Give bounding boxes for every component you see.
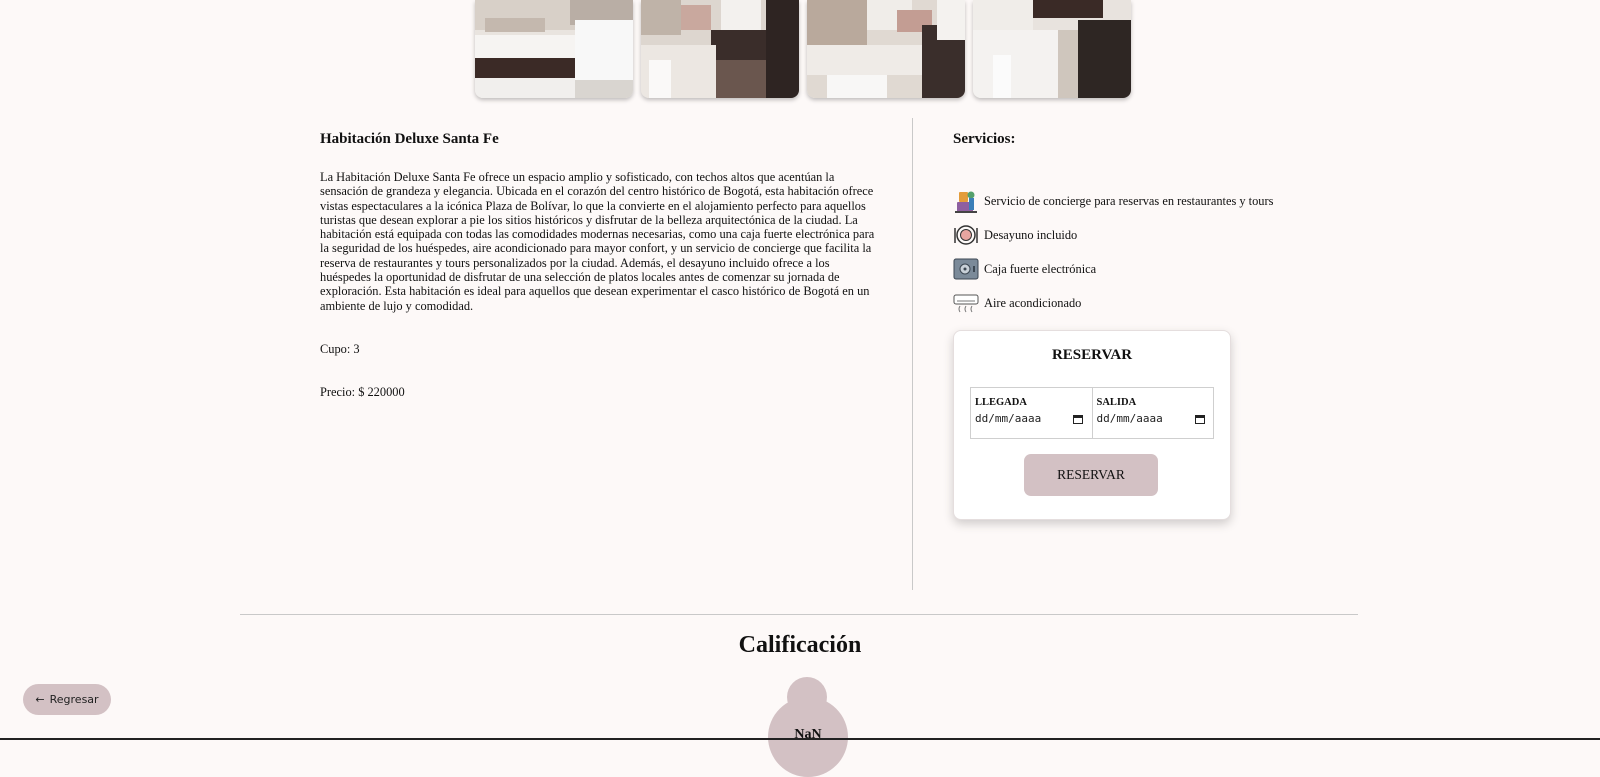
- rating-title: Calificación: [738, 632, 862, 658]
- departure-date-placeholder: dd/mm/aaaa: [1096, 412, 1163, 425]
- booking-card: RESERVAR LLEGADA dd/mm/aaaa SALIDA dd/mm…: [953, 330, 1231, 520]
- back-button-label: Regresar: [49, 693, 99, 706]
- room-price: Precio: $ 220000: [320, 385, 405, 399]
- arrival-date-input[interactable]: dd/mm/aaaa: [975, 412, 1083, 425]
- room-photo[interactable]: [641, 0, 799, 98]
- room-corner-photo-image: [973, 0, 1131, 98]
- service-label: Aire acondicionado: [984, 295, 1082, 310]
- reserve-button[interactable]: RESERVAR: [1024, 454, 1158, 496]
- services-list: Servicio de concierge para reservas en r…: [953, 184, 1333, 320]
- room-gallery: [475, 0, 1131, 98]
- booking-title: RESERVAR: [1051, 347, 1133, 363]
- service-label: Servicio de concierge para reservas en r…: [984, 193, 1274, 208]
- safe-icon: [953, 256, 979, 282]
- service-item: Desayuno incluido: [953, 218, 1333, 252]
- departure-label: SALIDA: [1096, 397, 1137, 408]
- room-photo[interactable]: [475, 0, 633, 98]
- date-range: LLEGADA dd/mm/aaaa SALIDA dd/mm/aaaa: [970, 387, 1214, 439]
- room-description: La Habitación Deluxe Santa Fe ofrece un …: [320, 170, 875, 313]
- rating-badge: NaN: [768, 677, 848, 777]
- desk-photo-image: [641, 0, 799, 98]
- calendar-icon[interactable]: [1194, 414, 1205, 424]
- room-details: Habitación Deluxe Santa Fe La Habitación…: [320, 131, 875, 399]
- section-divider: [240, 614, 1358, 615]
- services-title: Servicios:: [953, 131, 1016, 147]
- arrival-date-cell: LLEGADA dd/mm/aaaa: [971, 388, 1092, 438]
- room-photo[interactable]: [973, 0, 1131, 98]
- back-button[interactable]: ← Regresar: [23, 684, 111, 715]
- rating-value: NaN: [794, 727, 822, 742]
- arrow-left-icon: ←: [35, 693, 45, 706]
- services-section: Servicios: Servicio de concierge para re…: [953, 131, 1333, 313]
- concierge-icon: [953, 188, 979, 214]
- arrival-label: LLEGADA: [975, 397, 1027, 408]
- service-item: Caja fuerte electrónica: [953, 252, 1333, 286]
- column-divider: [912, 118, 913, 590]
- vanity-photo-image: [807, 0, 965, 98]
- calendar-icon[interactable]: [1073, 414, 1083, 424]
- departure-date-input[interactable]: dd/mm/aaaa: [1097, 412, 1205, 425]
- service-item: Servicio de concierge para reservas en r…: [953, 184, 1333, 218]
- bed-photo-image: [475, 0, 633, 98]
- departure-date-cell: SALIDA dd/mm/aaaa: [1091, 388, 1214, 438]
- breakfast-icon: [953, 222, 979, 248]
- room-capacity: Cupo: 3: [320, 342, 360, 356]
- service-label: Desayuno incluido: [984, 227, 1078, 242]
- room-title: Habitación Deluxe Santa Fe: [320, 131, 499, 147]
- arrival-date-placeholder: dd/mm/aaaa: [975, 412, 1042, 425]
- service-item: Aire acondicionado: [953, 286, 1333, 320]
- air-conditioner-icon: [953, 290, 979, 316]
- service-label: Caja fuerte electrónica: [984, 261, 1097, 276]
- room-photo[interactable]: [807, 0, 965, 98]
